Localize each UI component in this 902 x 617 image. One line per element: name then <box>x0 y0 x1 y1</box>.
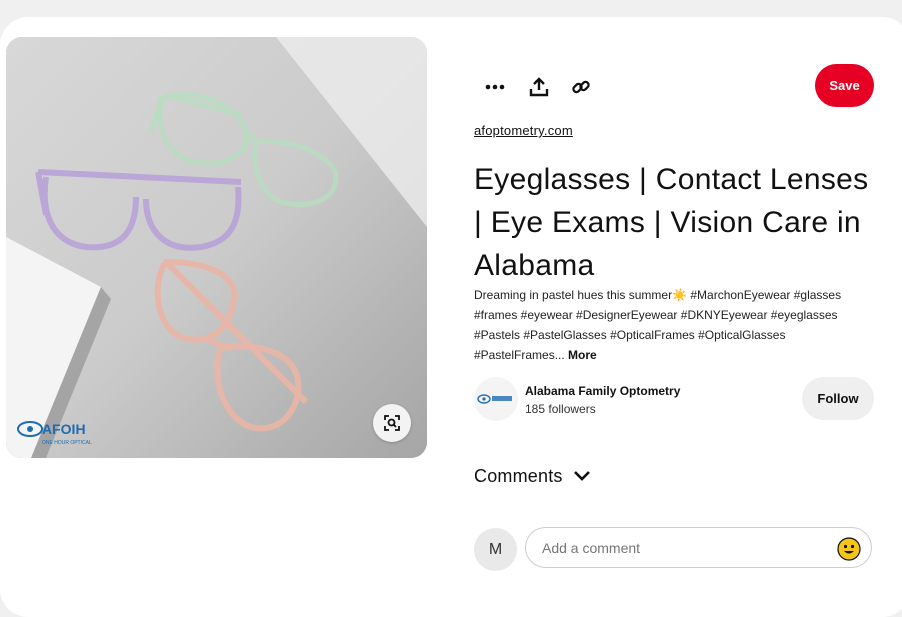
emoji-icon[interactable] <box>837 537 861 561</box>
creator-avatar[interactable] <box>474 377 518 421</box>
pin-description: Dreaming in pastel hues this summer☀️ #M… <box>474 285 874 365</box>
visual-search-button[interactable] <box>373 404 411 442</box>
copy-link-button[interactable] <box>564 70 598 104</box>
creator-followers: 185 followers <box>525 402 596 416</box>
follow-button[interactable]: Follow <box>802 377 874 420</box>
share-button[interactable] <box>522 70 556 104</box>
creator-logo-icon <box>477 394 512 404</box>
creator-name[interactable]: Alabama Family Optometry <box>525 384 680 398</box>
pin-title: Eyeglasses | Contact Lenses | Eye Exams … <box>474 163 869 282</box>
chevron-down-icon <box>573 470 591 482</box>
afoih-logo: AFOIH ONE HOUR OPTICAL <box>12 417 94 452</box>
source-link[interactable]: afoptometry.com <box>474 123 573 138</box>
visual-search-icon <box>384 415 400 431</box>
more-link[interactable]: More <box>568 348 597 362</box>
comments-label: Comments <box>474 465 563 486</box>
pin-card: AFOIH ONE HOUR OPTICAL Save afoptometry.… <box>0 17 902 617</box>
pin-toolbar: Save <box>474 64 874 108</box>
save-button[interactable]: Save <box>815 64 874 107</box>
ellipsis-icon <box>485 84 505 90</box>
more-options-button[interactable] <box>478 70 512 104</box>
comment-input[interactable]: Add a comment <box>525 527 872 568</box>
creator-row: Alabama Family Optometry 185 followers F… <box>474 377 874 423</box>
comment-composer: M Add a comment <box>474 527 874 573</box>
brand-watermark-sub: ONE HOUR OPTICAL <box>42 440 92 446</box>
comment-placeholder: Add a comment <box>542 540 641 556</box>
share-icon <box>529 77 549 97</box>
brand-watermark: AFOIH <box>42 421 86 437</box>
pin-image[interactable]: AFOIH ONE HOUR OPTICAL <box>6 37 427 458</box>
link-icon <box>572 80 590 94</box>
eyeglasses-photo <box>6 37 427 458</box>
user-avatar[interactable]: M <box>474 528 517 571</box>
comments-toggle[interactable]: Comments <box>474 464 591 488</box>
description-text: Dreaming in pastel hues this summer☀️ #M… <box>474 288 842 362</box>
